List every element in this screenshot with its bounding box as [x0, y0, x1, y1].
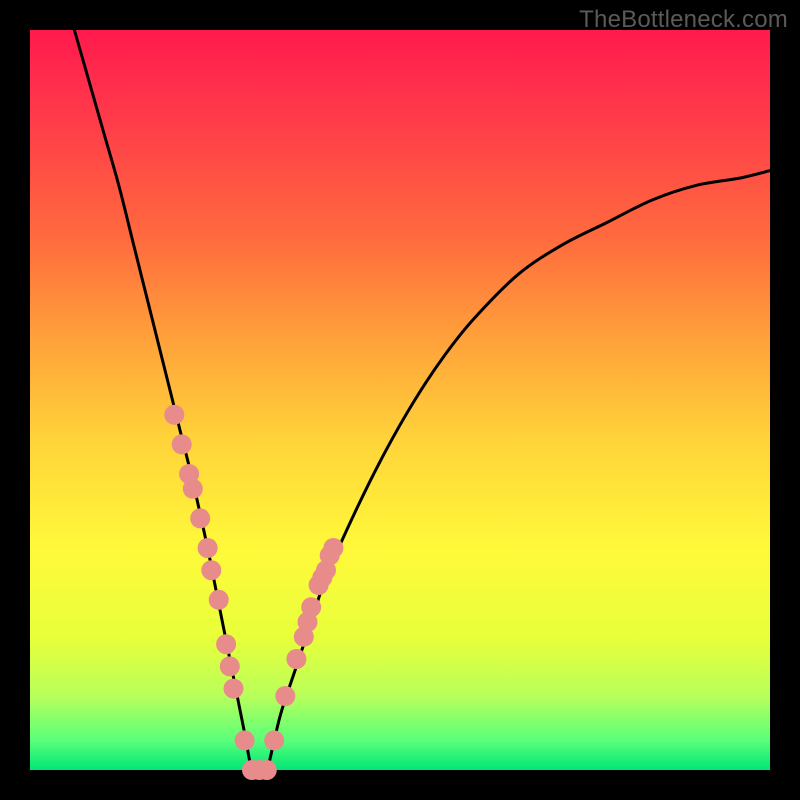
highlight-dot	[183, 479, 203, 499]
watermark-label: TheBottleneck.com	[579, 6, 788, 34]
highlight-dot	[235, 730, 255, 750]
highlight-dot	[172, 434, 192, 454]
bottleneck-curve	[74, 30, 770, 773]
highlight-dot	[275, 686, 295, 706]
highlight-dot	[216, 634, 236, 654]
highlight-dot	[264, 730, 284, 750]
highlight-dot	[201, 560, 221, 580]
highlight-dot	[257, 760, 277, 780]
curve-group	[74, 30, 770, 773]
chart-frame: TheBottleneck.com	[0, 0, 800, 800]
highlight-dot	[164, 405, 184, 425]
highlight-dot	[220, 656, 240, 676]
highlight-dot	[190, 508, 210, 528]
chart-plot-area	[30, 30, 770, 770]
highlight-dot	[301, 597, 321, 617]
highlight-dot	[323, 538, 343, 558]
highlight-dot	[209, 590, 229, 610]
highlight-dot	[224, 679, 244, 699]
highlight-dot	[286, 649, 306, 669]
highlight-dot	[198, 538, 218, 558]
chart-svg	[30, 30, 770, 770]
highlight-dots-group	[164, 405, 343, 780]
